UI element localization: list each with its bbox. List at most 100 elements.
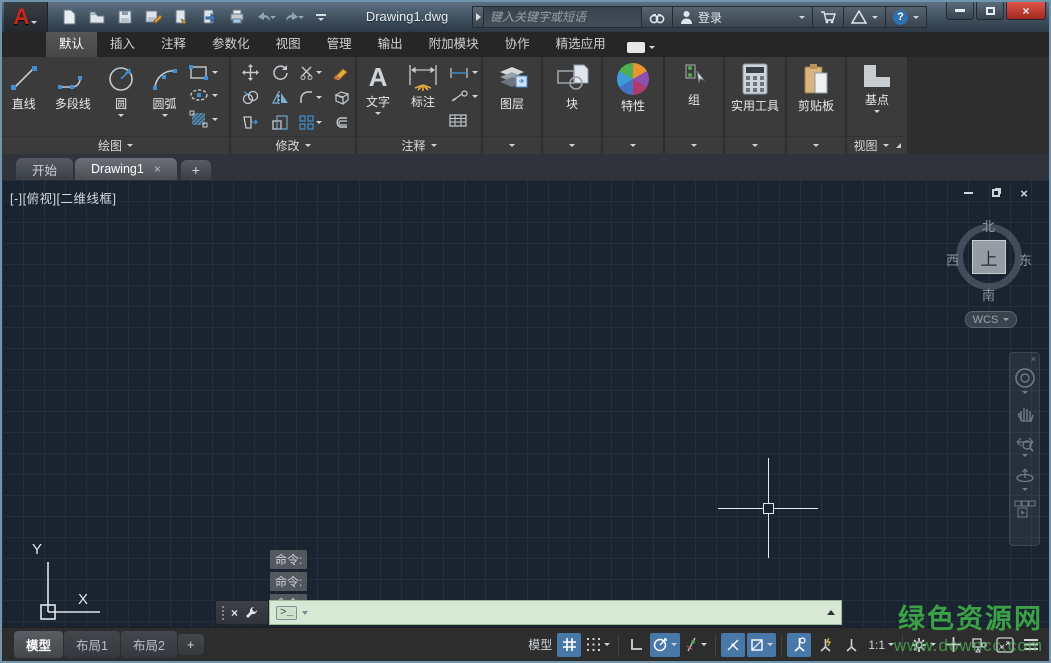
layout1-tab[interactable]: 布局1 bbox=[64, 631, 120, 658]
undo-dropdown-icon[interactable] bbox=[270, 16, 276, 19]
leader-button[interactable] bbox=[449, 90, 479, 103]
utilities-panel-label[interactable] bbox=[725, 136, 785, 154]
isodraft-toggle[interactable] bbox=[682, 633, 710, 657]
scale-tool-button[interactable] bbox=[272, 115, 288, 130]
app-store-button[interactable] bbox=[813, 6, 844, 28]
undo-button[interactable] bbox=[254, 6, 276, 28]
offset-tool-button[interactable] bbox=[332, 115, 349, 130]
model-space-button[interactable]: 模型 bbox=[525, 633, 555, 657]
tab-close-icon[interactable]: × bbox=[154, 162, 161, 176]
ribbon-tab-output[interactable]: 输出 bbox=[365, 29, 416, 57]
command-close-button[interactable]: × bbox=[231, 606, 238, 620]
new-file-button[interactable] bbox=[58, 6, 80, 28]
clipboard-panel-label[interactable] bbox=[787, 136, 845, 154]
viewcube-top-face[interactable]: 上 bbox=[972, 240, 1006, 274]
snap-toggle[interactable] bbox=[583, 633, 613, 657]
signin-button[interactable]: 登录 bbox=[673, 6, 813, 28]
orbit-button[interactable] bbox=[1015, 466, 1035, 491]
command-input[interactable] bbox=[313, 605, 822, 621]
open-file-button[interactable] bbox=[86, 6, 108, 28]
viewport-restore-button[interactable] bbox=[989, 186, 1003, 200]
zoom-button[interactable] bbox=[1015, 432, 1035, 457]
customization-button[interactable] bbox=[1019, 633, 1043, 657]
annotate-panel-label[interactable]: 注释 bbox=[357, 136, 481, 154]
recent-commands-icon[interactable] bbox=[302, 611, 308, 615]
ribbon-minimize-button[interactable] bbox=[627, 42, 655, 53]
navbar-close-icon[interactable]: × bbox=[1031, 354, 1036, 364]
rectangle-tool-button[interactable] bbox=[189, 65, 227, 81]
new-drawing-tab-button[interactable]: + bbox=[181, 160, 211, 180]
group-button[interactable]: 组 bbox=[665, 57, 723, 136]
ucs-icon[interactable]: Y X bbox=[14, 538, 106, 624]
workspace-switch-button[interactable] bbox=[908, 633, 939, 657]
file-tab-start[interactable]: 开始 bbox=[16, 158, 73, 180]
close-button[interactable]: × bbox=[1006, 2, 1046, 20]
drawing-canvas[interactable]: [-][俯视][二维线框] × 北 西 东 南 上 WCS × Y bbox=[2, 180, 1049, 627]
wrench-icon[interactable] bbox=[244, 605, 259, 620]
drawing-performance-button[interactable] bbox=[941, 633, 965, 657]
linear-dimension-button[interactable] bbox=[449, 67, 479, 79]
table-button[interactable] bbox=[449, 114, 479, 127]
basepoint-button[interactable]: 基点 bbox=[847, 57, 907, 136]
arc-dropdown-icon[interactable] bbox=[162, 114, 168, 117]
paste-button[interactable]: 剪贴板 bbox=[787, 57, 845, 136]
insert-block-button[interactable]: 块 bbox=[543, 57, 601, 136]
command-expand-icon[interactable] bbox=[827, 610, 835, 615]
ribbon-tab-featured[interactable]: 精选应用 bbox=[543, 29, 619, 57]
circle-tool-button[interactable]: 圆 bbox=[100, 57, 142, 136]
copy-tool-button[interactable] bbox=[242, 90, 259, 105]
rotate-tool-button[interactable] bbox=[272, 64, 289, 81]
ribbon-tab-view[interactable]: 视图 bbox=[263, 29, 314, 57]
layout2-tab[interactable]: 布局2 bbox=[121, 631, 177, 658]
redo-button[interactable] bbox=[282, 6, 304, 28]
explode-tool-button[interactable] bbox=[332, 90, 349, 105]
modify-panel-label[interactable]: 修改 bbox=[231, 136, 355, 154]
properties-panel-label[interactable] bbox=[603, 136, 663, 154]
viewport-minimize-button[interactable] bbox=[961, 186, 975, 200]
command-bar-grip[interactable]: × bbox=[215, 600, 269, 625]
mirror-tool-button[interactable] bbox=[272, 90, 289, 105]
isolate-objects-button[interactable] bbox=[967, 633, 991, 657]
ribbon-tab-insert[interactable]: 插入 bbox=[97, 29, 148, 57]
polar-tracking-toggle[interactable] bbox=[650, 633, 680, 657]
save-button[interactable] bbox=[114, 6, 136, 28]
fillet-tool-button[interactable] bbox=[299, 90, 322, 105]
annotation-scale-button[interactable]: 1:1 bbox=[865, 633, 897, 657]
view-panel-label[interactable]: 视图 bbox=[847, 136, 907, 154]
file-tab-drawing1[interactable]: Drawing1× bbox=[75, 158, 177, 180]
trim-tool-button[interactable] bbox=[299, 65, 322, 80]
annotation-autoscale-toggle[interactable] bbox=[813, 633, 837, 657]
block-panel-label[interactable] bbox=[543, 136, 601, 154]
ellipse-tool-button[interactable] bbox=[189, 88, 227, 102]
ortho-toggle[interactable] bbox=[624, 633, 648, 657]
properties-button[interactable]: 特性 bbox=[603, 57, 663, 136]
draw-panel-label[interactable]: 绘图 bbox=[2, 136, 229, 154]
viewport-controls[interactable]: [-][俯视][二维线框] bbox=[10, 188, 117, 207]
group-panel-label[interactable] bbox=[665, 136, 723, 154]
osnap-toggle[interactable] bbox=[747, 633, 776, 657]
wcs-dropdown[interactable]: WCS bbox=[965, 311, 1017, 328]
search-expand-button[interactable] bbox=[472, 6, 484, 28]
ribbon-tab-manage[interactable]: 管理 bbox=[314, 29, 365, 57]
viewport-close-button[interactable]: × bbox=[1017, 186, 1031, 200]
new-layout-button[interactable]: + bbox=[178, 634, 204, 655]
ribbon-tab-addins[interactable]: 附加模块 bbox=[416, 29, 492, 57]
line-tool-button[interactable]: 直线 bbox=[2, 57, 45, 136]
ribbon-tab-home[interactable]: 默认 bbox=[46, 29, 97, 57]
save-as-button[interactable] bbox=[142, 6, 164, 28]
stretch-tool-button[interactable] bbox=[242, 115, 259, 130]
layers-panel-label[interactable] bbox=[483, 136, 541, 154]
autodesk-exchange-button[interactable] bbox=[844, 6, 886, 28]
maximize-button[interactable] bbox=[976, 2, 1004, 20]
search-input[interactable] bbox=[484, 6, 642, 28]
dialog-launcher-icon[interactable] bbox=[896, 143, 901, 148]
drag-handle-icon[interactable] bbox=[221, 605, 225, 621]
text-tool-button[interactable]: A 文字 bbox=[357, 57, 399, 136]
utilities-button[interactable]: 实用工具 bbox=[725, 57, 785, 136]
array-tool-button[interactable] bbox=[299, 115, 322, 130]
otrack-toggle[interactable] bbox=[721, 633, 745, 657]
arc-tool-button[interactable]: 圆弧 bbox=[142, 57, 187, 136]
model-tab[interactable]: 模型 bbox=[14, 631, 63, 658]
help-button[interactable]: ? bbox=[886, 6, 927, 28]
print-button[interactable] bbox=[226, 6, 248, 28]
